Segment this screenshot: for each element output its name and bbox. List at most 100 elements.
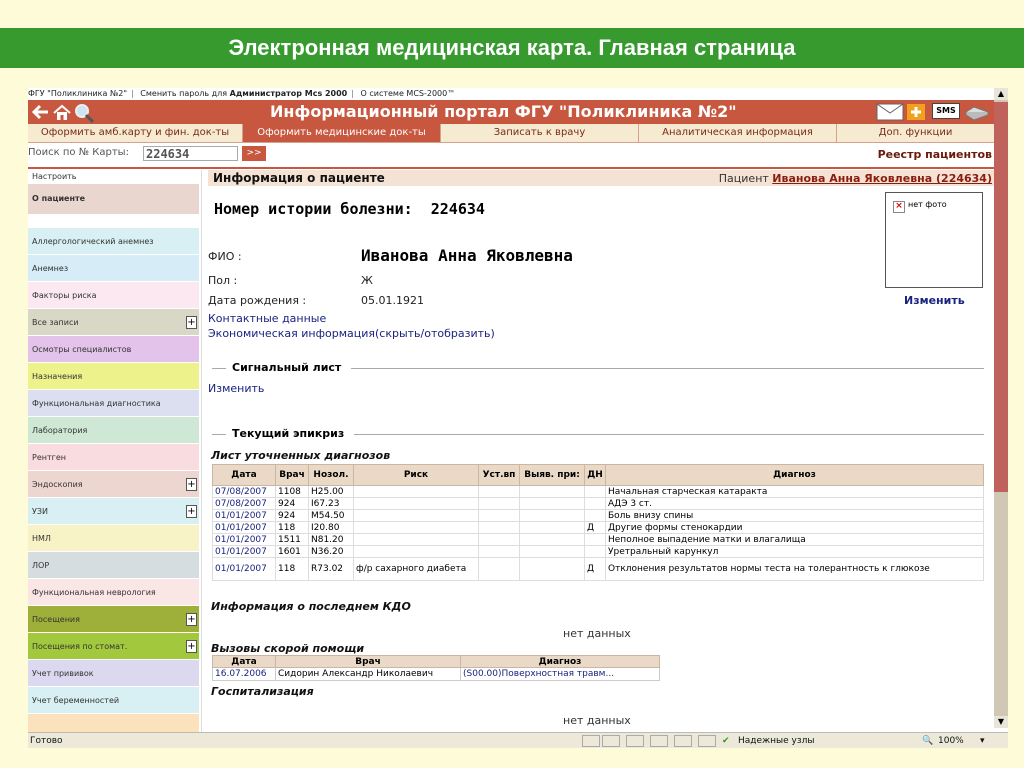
col-ust: Уст.вп [478,464,520,486]
sidebar-item-prescriptions[interactable]: Назначения [28,363,199,389]
search-go-button[interactable]: >> [242,146,266,161]
sidebar-item-allergy[interactable]: Аллергологический анемнез [28,228,199,254]
diagnoses-table: Дата Врач Нозол. Риск Уст.вп Выяв. при: … [212,464,984,581]
patient-fio: Иванова Анна Яковлевна [361,246,573,265]
main-content: Информация о пациенте Пациент Иванова Ан… [208,170,994,735]
table-row[interactable]: 16.07.2006 Сидорин Александр Николаевич … [212,667,660,681]
no-photo-text: нет фото [908,200,947,209]
kdo-title: Информация о последнем КДО [211,600,411,613]
hosp-title: Госпитализация [211,685,314,698]
sidebar-item-ent[interactable]: ЛОР [28,552,199,578]
network-icon[interactable] [964,103,990,121]
back-arrow-icon[interactable] [30,103,50,121]
expand-plus-icon[interactable]: + [186,315,197,329]
table-row[interactable]: 01/01/2007 924 M54.50 Боль внизу спины [212,509,984,522]
signal-change-link[interactable]: Изменить [208,382,264,395]
mail-icon[interactable] [876,103,904,121]
table-row[interactable]: 01/01/2007 118 I20.80 Д Другие формы стенока… [212,521,984,534]
contacts-link[interactable]: Контактные данные [208,312,326,325]
sidebar-item-xray[interactable]: Рентген [28,444,199,470]
table-row[interactable]: 01/01/2007 1511 N81.20 Неполное выпадение м… [212,533,984,546]
hosp-no-data: нет данных [563,714,631,727]
trusted-zone-icon: ✔ [722,736,730,746]
menu-medical-docs[interactable]: Оформить медицинские док-ты [243,124,441,142]
sidebar-item-all-records[interactable]: Все записи + [28,309,199,335]
col-dn: ДН [584,464,606,486]
patient-registry-link[interactable]: Реестр пациентов [878,148,992,161]
sex-label: Пол : [208,274,238,287]
menu-appointment[interactable]: Записать к врачу [441,124,639,142]
change-password-link[interactable]: Сменить пароль для [140,89,227,98]
sidebar-item-func-neuro[interactable]: Функциональная неврология [28,579,199,605]
search-icon[interactable] [74,103,96,123]
expand-plus-icon[interactable]: + [186,639,197,653]
expand-plus-icon[interactable]: + [186,477,197,491]
col-risk: Риск [353,464,479,486]
sidebar-item-ultrasound[interactable]: УЗИ + [28,498,199,524]
kdo-no-data: нет данных [563,627,631,640]
sidebar-item-dental-visits[interactable]: Посещения по стомат. + [28,633,199,659]
sidebar-item-vaccinations[interactable]: Учет прививок [28,660,199,686]
home-icon[interactable] [52,103,72,121]
sidebar-item-endoscopy[interactable]: Эндоскопия + [28,471,199,497]
sidebar-item-settings[interactable]: Настроить [28,170,199,182]
sidebar-item-nml[interactable]: НМЛ [28,525,199,551]
search-label: Поиск по № Карты: [28,147,129,158]
zoom-icon[interactable]: 🔍 [922,733,933,748]
patient-info-bar: Информация о пациенте Пациент Иванова Ан… [208,170,994,186]
sidebar-item-risk-factors[interactable]: Факторы риска [28,282,199,308]
table-row[interactable]: 07/08/2007 924 I67.23 АДЭ 3 ст. [212,497,984,510]
scroll-down-icon[interactable]: ▼ [994,716,1008,728]
vertical-scrollbar[interactable]: ▲ ▼ [994,88,1008,728]
zone-text: Надежные узлы [738,736,815,746]
col-found-at: Выяв. при: [519,464,585,486]
about-link[interactable]: О системе MCS-2000™ [361,89,456,98]
col-doctor: Врач [275,464,309,486]
broken-image-icon: × [893,201,905,213]
economic-info-link[interactable]: Экономическая информация(скрыть/отобрази… [208,327,495,340]
patient-header: Пациент Иванова Анна Яковлевна (224634) [718,172,992,185]
menu-analytics[interactable]: Аналитическая информация [639,124,837,142]
menu-amb-card[interactable]: Оформить амб.карту и фин. док-ты [28,124,243,142]
expand-plus-icon[interactable]: + [186,504,197,518]
sidebar-item-patient[interactable]: О пациенте [28,184,199,214]
table-row[interactable]: 07/08/2007 1108 H25.00 Начальная старческая… [212,485,984,498]
search-row: Поиск по № Карты: 224634 >> Реестр пацие… [28,143,994,169]
expand-plus-icon[interactable]: + [186,612,197,626]
sidebar-item-func-diag[interactable]: Функциональная диагностика [28,390,199,416]
signal-sheet-title: Сигнальный лист [232,361,348,374]
card-search-input[interactable]: 224634 [143,146,238,161]
photo-box: × нет фото [885,192,983,288]
sidebar-item-visits[interactable]: Посещения + [28,606,199,632]
sidebar-item-pregnancy[interactable]: Учет беременностей [28,687,199,713]
fio-label: ФИО : [208,250,242,263]
scroll-up-icon[interactable]: ▲ [994,88,1008,100]
epicrisis-section: Текущий эпикриз [208,427,984,441]
portal-header: Информационный портал ФГУ "Поликлиника №… [28,100,994,124]
ambulance-table: Дата Врач Диагноз 16.07.2006 Сидорин Але… [212,655,660,681]
portal-title: Информационный портал ФГУ "Поликлиника №… [270,102,737,121]
patient-name-link[interactable]: Иванова Анна Яковлевна (224634) [772,172,992,185]
table-row[interactable]: 01/01/2007 118 R73.02 ф/р сахарного диабета… [212,557,984,581]
main-menu: Оформить амб.карту и фин. док-ты Оформит… [28,124,994,143]
zoom-level[interactable]: 100% [938,733,964,748]
status-text: Готово [30,736,63,746]
sms-icon[interactable]: SMS [932,103,960,119]
sidebar-item-anamnesis[interactable]: Анемнез [28,255,199,281]
change-photo-link[interactable]: Изменить [904,294,965,307]
zoom-dropdown-icon[interactable]: ▾ [980,733,985,748]
add-icon[interactable] [906,103,926,121]
top-info-line: ФГУ "Поликлиника №2" | Сменить пароль для… [28,89,456,98]
sidebar: Настроить О пациенте Аллергологический а… [28,170,202,735]
col-diagnosis: Диагноз [605,464,984,486]
table-row[interactable]: 01/01/2007 1601 N36.20 Уретральный карункул [212,545,984,558]
col-nosology: Нозол. [308,464,354,486]
scroll-thumb[interactable] [994,102,1008,492]
col-date: Дата [212,464,276,486]
sidebar-item-specialists[interactable]: Осмотры специалистов [28,336,199,362]
sidebar-item-lab[interactable]: Лаборатория [28,417,199,443]
org-name: ФГУ "Поликлиника №2" [28,89,128,98]
slide-title: Электронная медицинская карта. Главная с… [0,28,1024,68]
ambulance-title: Вызовы скорой помощи [211,642,365,655]
menu-extra[interactable]: Доп. функции [837,124,994,142]
